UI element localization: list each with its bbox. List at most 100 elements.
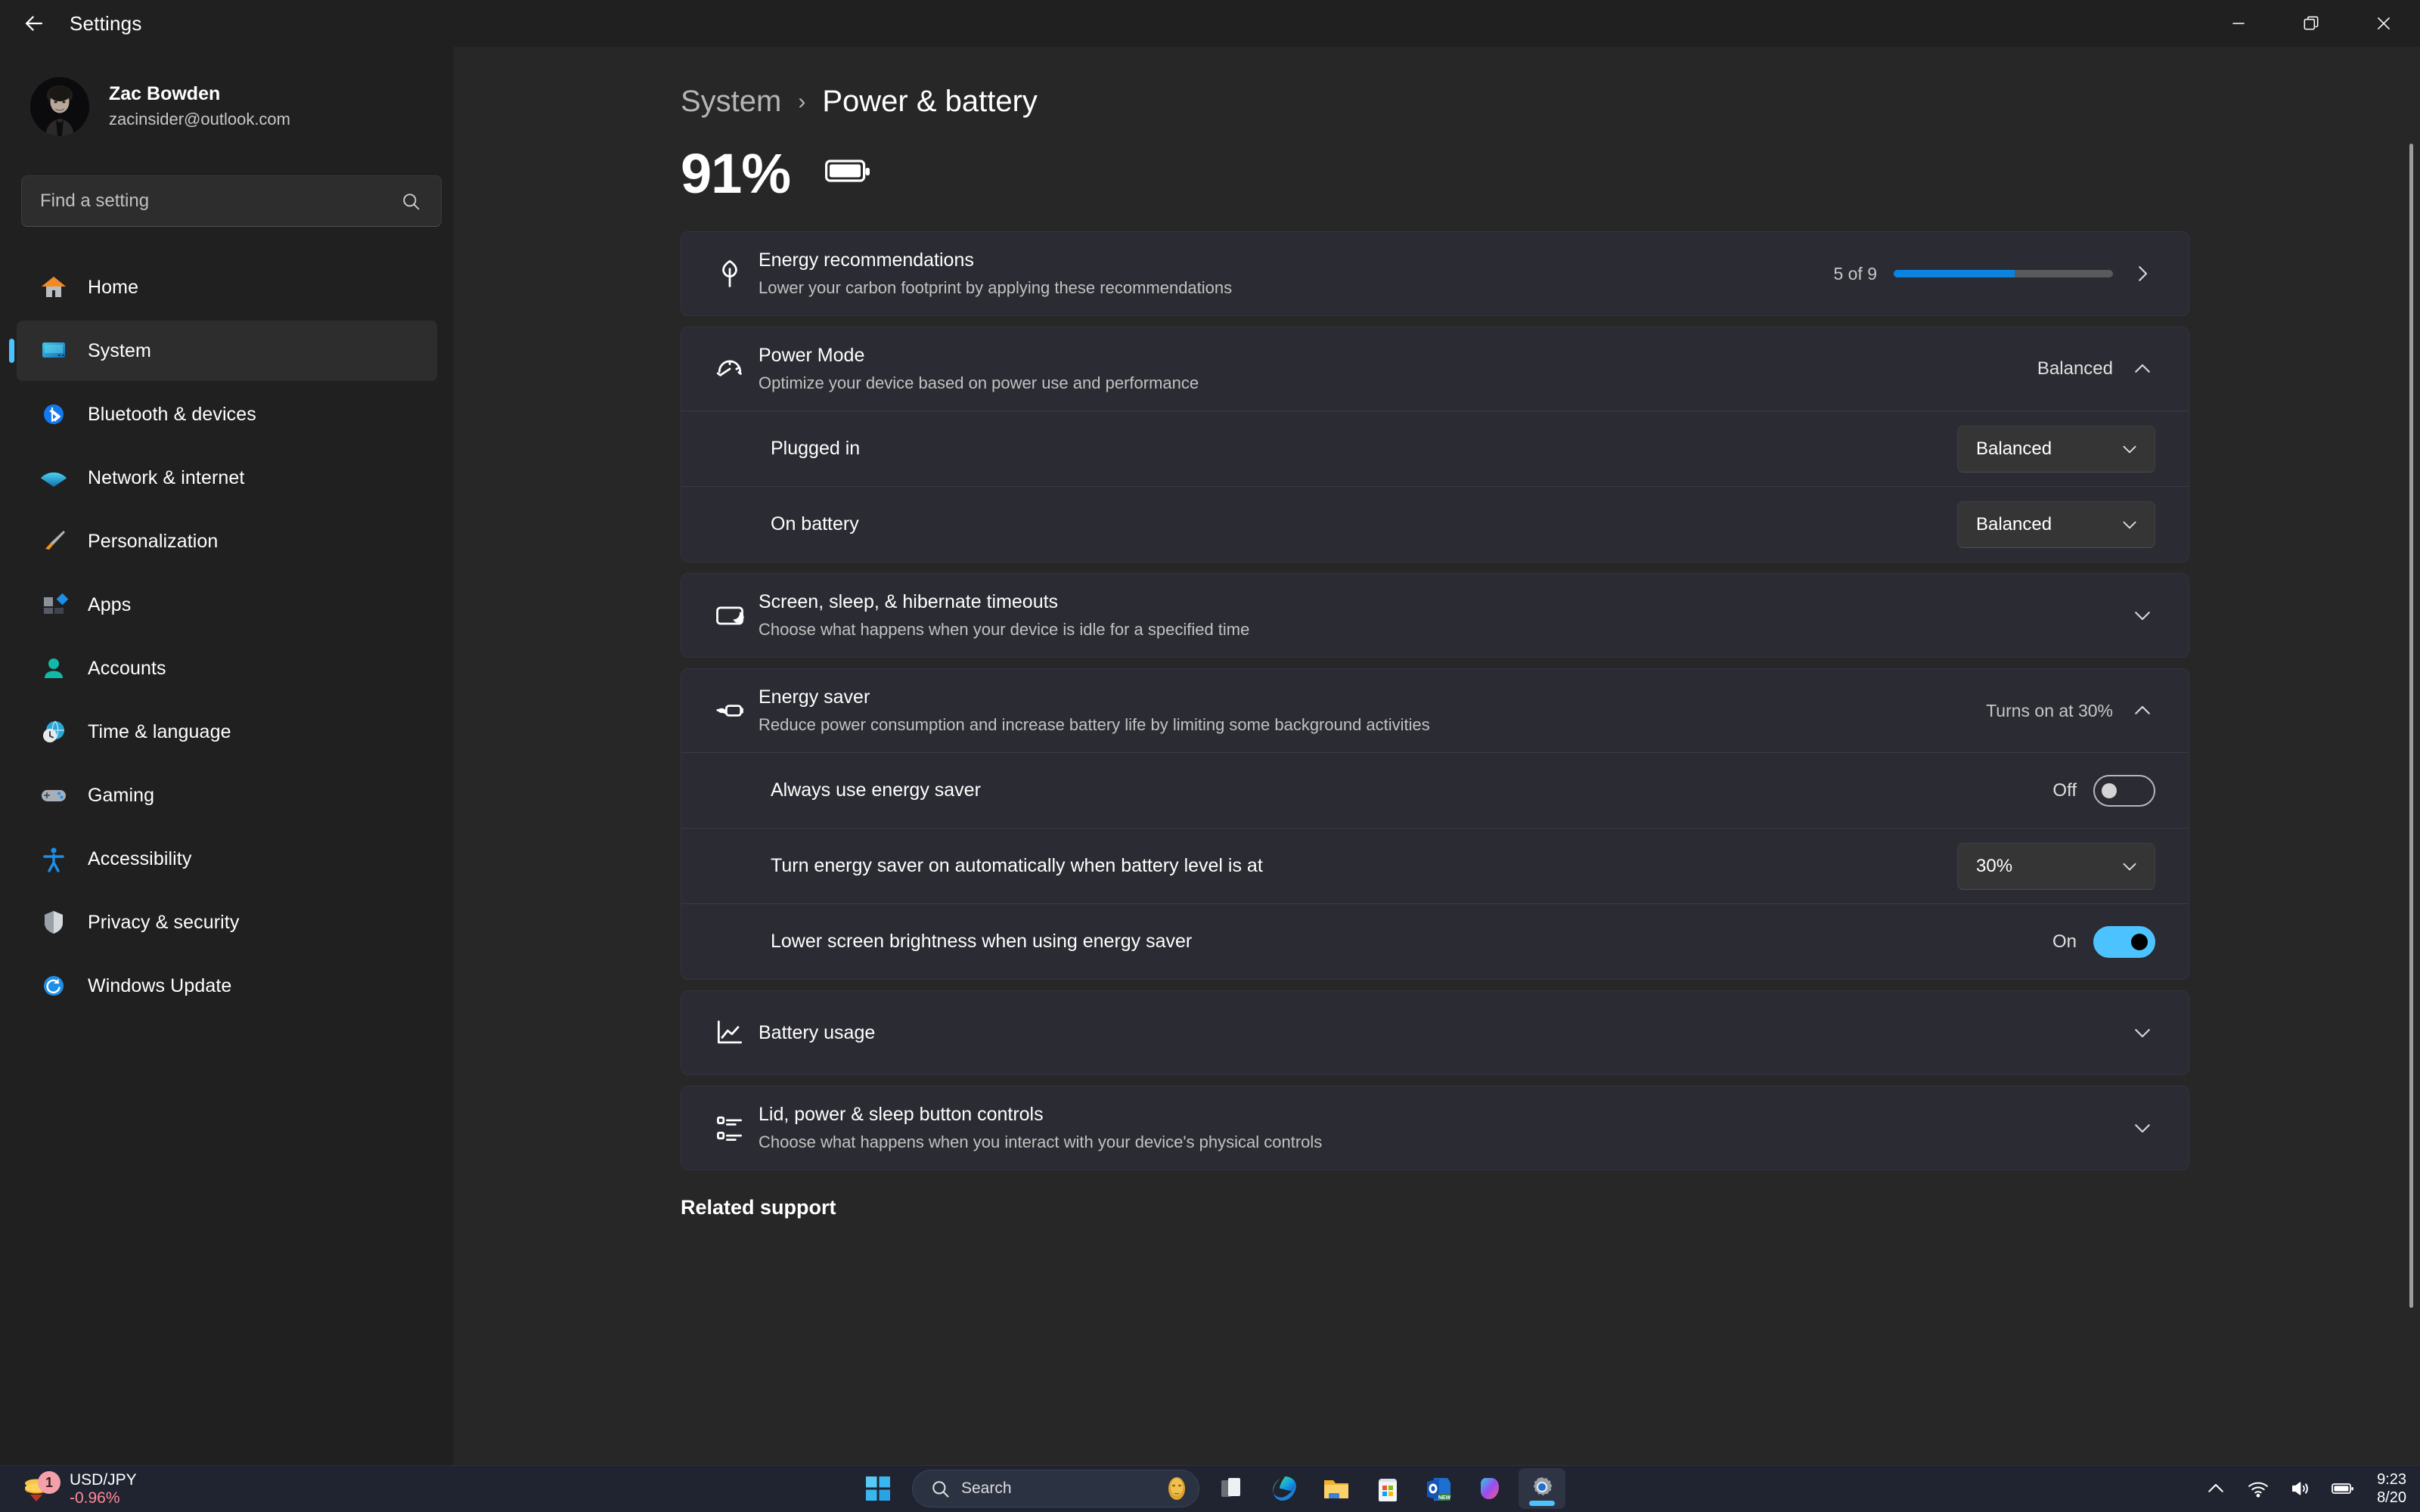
- sidebar-item-label: Accessibility: [88, 847, 192, 869]
- select-value: Balanced: [1976, 438, 2052, 459]
- card-title: Power Mode: [759, 344, 865, 366]
- battery-icon[interactable]: [2330, 1476, 2356, 1501]
- edge-icon[interactable]: [1261, 1468, 1308, 1509]
- sidebar-item-gaming[interactable]: Gaming: [17, 765, 437, 826]
- sidebar-item-system[interactable]: System: [17, 321, 437, 381]
- lower-brightness-toggle[interactable]: [2093, 925, 2155, 958]
- chevron-down-icon: [2120, 515, 2139, 534]
- list-settings-icon: [713, 1111, 759, 1145]
- card-subtitle: Choose what happens when you interact wi…: [759, 1132, 1323, 1152]
- main-scrollbar[interactable]: [2408, 144, 2414, 1338]
- main-content: System › Power & battery 91% Energy reco…: [454, 47, 2420, 1465]
- golden-mask-icon[interactable]: [1162, 1474, 1191, 1503]
- card-subtitle: Optimize your device based on power use …: [759, 373, 1199, 393]
- card-title: Lid, power & sleep button controls: [759, 1103, 1044, 1125]
- chevron-down-icon[interactable]: [2130, 1115, 2155, 1141]
- on-battery-select[interactable]: Balanced: [1957, 500, 2155, 548]
- sidebar-item-bluetooth-devices[interactable]: Bluetooth & devices: [17, 384, 437, 445]
- task-view-icon[interactable]: [1210, 1468, 1257, 1509]
- search-placeholder: Find a setting: [40, 191, 150, 211]
- microsoft-store-icon[interactable]: [1364, 1468, 1411, 1509]
- power-mode-value: Balanced: [2037, 358, 2113, 379]
- battery-full-icon: [825, 156, 872, 191]
- wifi-icon[interactable]: [2245, 1476, 2271, 1501]
- clock-time: 9:23: [2377, 1470, 2406, 1488]
- row-label: Lower screen brightness when using energ…: [771, 931, 1193, 953]
- sidebar-item-home[interactable]: Home: [17, 257, 437, 318]
- avatar: [30, 77, 89, 136]
- sidebar-item-accessibility[interactable]: Accessibility: [17, 829, 437, 889]
- search-icon: [929, 1478, 951, 1499]
- card-title: Energy saver: [759, 686, 870, 708]
- outlook-icon[interactable]: NEW: [1416, 1468, 1463, 1509]
- close-button[interactable]: [2347, 0, 2420, 47]
- card-subtitle: Reduce power consumption and increase ba…: [759, 715, 1430, 735]
- sidebar-item-network-internet[interactable]: Network & internet: [17, 448, 437, 508]
- row-label: On battery: [771, 513, 859, 535]
- window-controls: [2202, 0, 2420, 47]
- row-label: Always use energy saver: [771, 779, 981, 801]
- paintbrush-icon: [36, 524, 71, 559]
- gamepad-icon: [36, 778, 71, 813]
- back-button[interactable]: [11, 0, 57, 47]
- clock-date: 8/20: [2377, 1489, 2406, 1506]
- shield-icon: [36, 905, 71, 940]
- screen-sleep-card[interactable]: Screen, sleep, & hibernate timeouts Choo…: [681, 573, 2189, 658]
- taskbar-widget-stocks[interactable]: 1 USD/JPY -0.96%: [9, 1466, 147, 1512]
- search-icon: [400, 191, 421, 212]
- sidebar-item-label: System: [88, 339, 151, 361]
- plugged-in-select[interactable]: Balanced: [1957, 425, 2155, 472]
- search-input[interactable]: Find a setting: [21, 175, 442, 227]
- taskbar-search-box[interactable]: Search: [912, 1470, 1199, 1507]
- settings-window: Settings Zac Bowden zacinsider@outlook.c…: [0, 0, 2420, 1512]
- chevron-down-icon[interactable]: [2130, 603, 2155, 628]
- widget-change: -0.96%: [70, 1489, 120, 1507]
- always-use-energy-saver-toggle[interactable]: [2093, 774, 2155, 807]
- user-profile[interactable]: Zac Bowden zacinsider@outlook.com: [0, 47, 454, 136]
- sidebar-item-privacy-security[interactable]: Privacy & security: [17, 892, 437, 953]
- chevron-up-icon[interactable]: [2130, 698, 2155, 723]
- windows-start-icon[interactable]: [855, 1468, 901, 1509]
- battery-threshold-select[interactable]: 30%: [1957, 842, 2155, 890]
- sidebar-item-apps[interactable]: Apps: [17, 575, 437, 635]
- energy-saver-card[interactable]: Energy saver Reduce power consumption an…: [681, 668, 2189, 980]
- sidebar-item-time-language[interactable]: Time & language: [17, 702, 437, 762]
- card-title: Battery usage: [759, 1021, 876, 1043]
- power-mode-card[interactable]: Power Mode Optimize your device based on…: [681, 327, 2189, 562]
- select-value: 30%: [1976, 855, 2013, 876]
- related-support-heading: Related support: [681, 1196, 836, 1219]
- chevron-right-icon[interactable]: [2130, 261, 2155, 287]
- leaf-icon: [713, 257, 759, 290]
- restore-button[interactable]: [2275, 0, 2347, 47]
- chevron-down-icon[interactable]: [2130, 1020, 2155, 1046]
- taskbar: 1 USD/JPY -0.96% Search NEW 9:23 8/20: [0, 1465, 2420, 1512]
- wifi-icon: [36, 460, 71, 495]
- bluetooth-icon: [36, 397, 71, 432]
- sidebar-item-label: Apps: [88, 593, 132, 615]
- speaker-icon[interactable]: [2288, 1476, 2313, 1501]
- chevron-up-icon[interactable]: [2130, 356, 2155, 382]
- sidebar-item-personalization[interactable]: Personalization: [17, 511, 437, 572]
- toggle-state-label: On: [2052, 931, 2077, 952]
- battery-usage-card[interactable]: Battery usage: [681, 990, 2189, 1075]
- sidebar-item-accounts[interactable]: Accounts: [17, 638, 437, 699]
- lower-brightness-row: Lower screen brightness when using energ…: [681, 903, 2189, 979]
- chevron-down-icon: [2120, 439, 2139, 459]
- row-label: Turn energy saver on automatically when …: [771, 855, 1263, 877]
- sidebar-item-windows-update[interactable]: Windows Update: [17, 956, 437, 1016]
- breadcrumb-parent[interactable]: System: [681, 85, 781, 119]
- minimize-button[interactable]: [2202, 0, 2275, 47]
- select-value: Balanced: [1976, 513, 2052, 534]
- copilot-icon[interactable]: [1467, 1468, 1514, 1509]
- scrollbar-thumb[interactable]: [2409, 144, 2413, 1308]
- widget-pair: USD/JPY: [70, 1470, 137, 1489]
- energy-recommendations-card[interactable]: Energy recommendations Lower your carbon…: [681, 231, 2189, 316]
- chevron-up-icon[interactable]: [2203, 1476, 2229, 1501]
- taskbar-clock[interactable]: 9:23 8/20: [2377, 1470, 2406, 1507]
- energy-saver-threshold-row: Turn energy saver on automatically when …: [681, 828, 2189, 903]
- lid-power-sleep-card[interactable]: Lid, power & sleep button controls Choos…: [681, 1086, 2189, 1170]
- battery-leaf-icon: [713, 694, 759, 727]
- settings-icon[interactable]: [1519, 1468, 1565, 1509]
- file-explorer-icon[interactable]: [1313, 1468, 1360, 1509]
- sidebar-item-label: Home: [88, 276, 139, 298]
